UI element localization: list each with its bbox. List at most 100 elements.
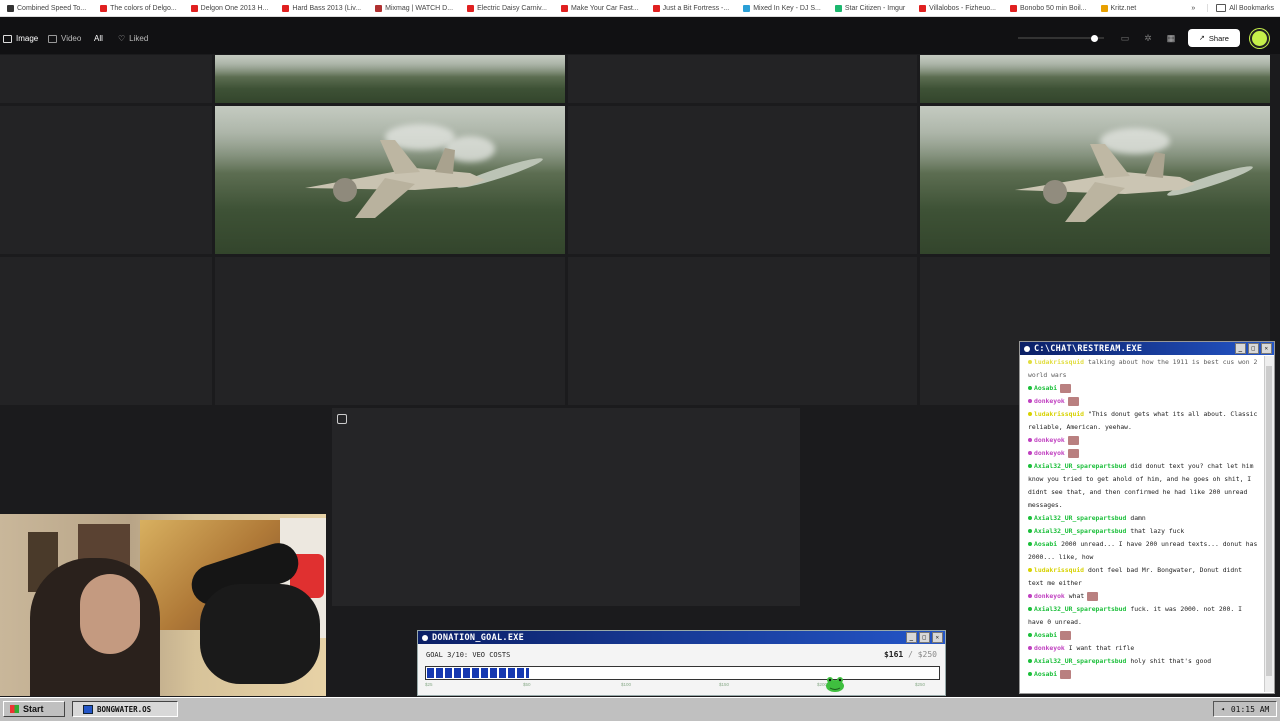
bookmark-item[interactable]: Mixmag | WATCH D...	[368, 0, 460, 16]
chat-username: ludakrissquid	[1034, 566, 1085, 574]
bookmark-item[interactable]: Star Citizen - Imgur	[828, 0, 912, 16]
chat-message: Aosabi	[1020, 382, 1264, 395]
bookmark-item[interactable]: Bonobo 50 min Boil...	[1003, 0, 1094, 16]
jet-aircraft	[305, 140, 485, 218]
minimize-icon[interactable]: _	[906, 632, 917, 643]
bookmark-item[interactable]: Villalobos - Fizheuo...	[912, 0, 1003, 16]
chat-username: donkeyok	[1034, 644, 1065, 652]
emote-icon	[1087, 591, 1099, 601]
goal-progress-bar	[425, 666, 940, 680]
goal-tick-label: $25	[425, 682, 433, 687]
chat-text: holy shit that's good	[1130, 657, 1212, 665]
bookmark-item[interactable]: Make Your Car Fast...	[554, 0, 646, 16]
start-logo-icon	[10, 705, 19, 713]
gallery-toolbar	[0, 17, 1280, 54]
all-bookmarks-label: All Bookmarks	[1229, 4, 1274, 12]
zoom-slider-handle[interactable]	[1090, 35, 1098, 42]
grid-tile[interactable]	[0, 55, 212, 103]
share-icon: ↗	[1199, 35, 1205, 42]
tab-liked[interactable]: ♡ Liked	[118, 34, 148, 43]
emote-icon	[1060, 630, 1072, 640]
tab-image[interactable]: Image	[3, 34, 38, 43]
chat-message: donkeyok	[1020, 395, 1264, 408]
chat-message: Axial32_UR_sparepartsbud holy shit that's…	[1020, 655, 1264, 668]
grid-tile[interactable]	[568, 257, 917, 405]
grid-tile[interactable]	[568, 55, 917, 103]
chat-username: Aosabi	[1034, 384, 1058, 392]
bookmark-item[interactable]: Just a Bit Fortress -...	[646, 0, 737, 16]
chat-username: donkeyok	[1034, 397, 1065, 405]
taskbar-item[interactable]: BONGWATER.OS	[72, 701, 178, 717]
platform-icon	[1028, 399, 1032, 403]
share-button[interactable]: ↗ Share	[1188, 29, 1240, 47]
goal-label: GOAL 3/10: VEO COSTS	[426, 651, 511, 659]
start-label: Start	[23, 704, 44, 714]
start-button[interactable]: Start	[3, 701, 65, 717]
chat-username: donkeyok	[1034, 592, 1065, 600]
bookmark-item[interactable]: Mixed In Key - DJ S...	[736, 0, 828, 16]
bookmark-item[interactable]: Hard Bass 2013 (Liv...	[275, 0, 368, 16]
bookmarks-bar: Combined Speed To... The colors of Delgo.…	[0, 0, 1280, 17]
grid-tile[interactable]	[215, 257, 565, 405]
chat-message: Axial32_UR_sparepartsbud that lazy fuck	[1020, 525, 1264, 538]
chat-username: donkeyok	[1034, 449, 1065, 457]
maximize-icon[interactable]: □	[1248, 343, 1259, 354]
grid-tile[interactable]	[332, 408, 800, 606]
platform-icon	[1028, 568, 1032, 572]
tab-video[interactable]: Video	[48, 34, 81, 43]
mouse-cursor	[337, 414, 347, 424]
layout-icon[interactable]: ▭	[1120, 33, 1130, 43]
grid-icon[interactable]: ▦	[1166, 33, 1176, 43]
platform-icon	[1028, 451, 1032, 455]
bookmark-item[interactable]: Kritz.net	[1094, 0, 1144, 16]
bookmark-label: Electric Daisy Carniv...	[477, 4, 547, 12]
generated-image[interactable]	[920, 55, 1270, 103]
generated-image[interactable]	[215, 55, 565, 103]
goal-tick-label: $50	[523, 682, 531, 687]
maximize-icon[interactable]: □	[919, 632, 930, 643]
bookmark-label: Mixed In Key - DJ S...	[753, 4, 821, 12]
close-icon[interactable]: ✕	[932, 632, 943, 643]
chat-app-icon	[1024, 345, 1030, 352]
settings-icon[interactable]: ✲	[1143, 33, 1153, 43]
platform-icon	[1028, 464, 1032, 468]
chat-username: Axial32_UR_sparepartsbud	[1034, 514, 1127, 522]
favicon-icon	[560, 4, 568, 12]
chat-message-list[interactable]: ludakrissquid talking about how the 1911 …	[1020, 356, 1264, 692]
grid-tile[interactable]	[568, 106, 917, 254]
donation-title: DONATION_GOAL.EXE	[432, 632, 525, 643]
taskbar: Start BONGWATER.OS ◂ 01:15 AM	[0, 697, 1280, 721]
emote-icon	[1060, 383, 1072, 393]
donation-title-bar: DONATION_GOAL.EXE _ □ ✕	[418, 631, 945, 644]
chat-scrollbar[interactable]	[1264, 356, 1274, 692]
grid-tile[interactable]	[0, 257, 212, 405]
chat-message: ludakrissquid talking about how the 1911 …	[1020, 356, 1264, 382]
platform-icon	[1028, 607, 1032, 611]
all-bookmarks[interactable]: All Bookmarks	[1207, 4, 1274, 12]
image-icon	[3, 34, 12, 43]
close-icon[interactable]: ✕	[1261, 343, 1272, 354]
speaker-icon: ◂	[1220, 705, 1225, 713]
tab-all[interactable]: All	[94, 34, 103, 43]
bookmark-item[interactable]: Delgon One 2013 H...	[184, 0, 276, 16]
bookmark-label: Kritz.net	[1110, 4, 1137, 12]
generated-image-jet[interactable]	[215, 106, 565, 254]
platform-icon	[1028, 659, 1032, 663]
grid-tile[interactable]	[0, 106, 212, 254]
bookmark-label: Villalobos - Fizheuo...	[929, 4, 996, 12]
minimize-icon[interactable]: _	[1235, 343, 1246, 354]
favicon-icon	[652, 4, 660, 12]
tab-image-label: Image	[16, 34, 39, 43]
platform-icon	[1028, 529, 1032, 533]
generated-image-jet[interactable]	[920, 106, 1270, 254]
goal-tick-labels: $25 $50 $100 $150 $200 $250	[425, 682, 938, 690]
chat-title-bar: C:\CHAT\RESTREAM.EXE _ □ ✕	[1020, 342, 1274, 355]
chat-message: donkeyok I want that rifle	[1020, 642, 1264, 655]
chevron-right-icon[interactable]: »	[1191, 5, 1195, 12]
bookmark-item[interactable]: Electric Daisy Carniv...	[460, 0, 554, 16]
avatar[interactable]	[1250, 29, 1269, 48]
chat-username: Aosabi	[1034, 670, 1058, 678]
bookmark-item[interactable]: The colors of Delgo...	[93, 0, 184, 16]
heart-icon: ♡	[118, 34, 126, 43]
bookmark-item[interactable]: Combined Speed To...	[0, 0, 93, 16]
